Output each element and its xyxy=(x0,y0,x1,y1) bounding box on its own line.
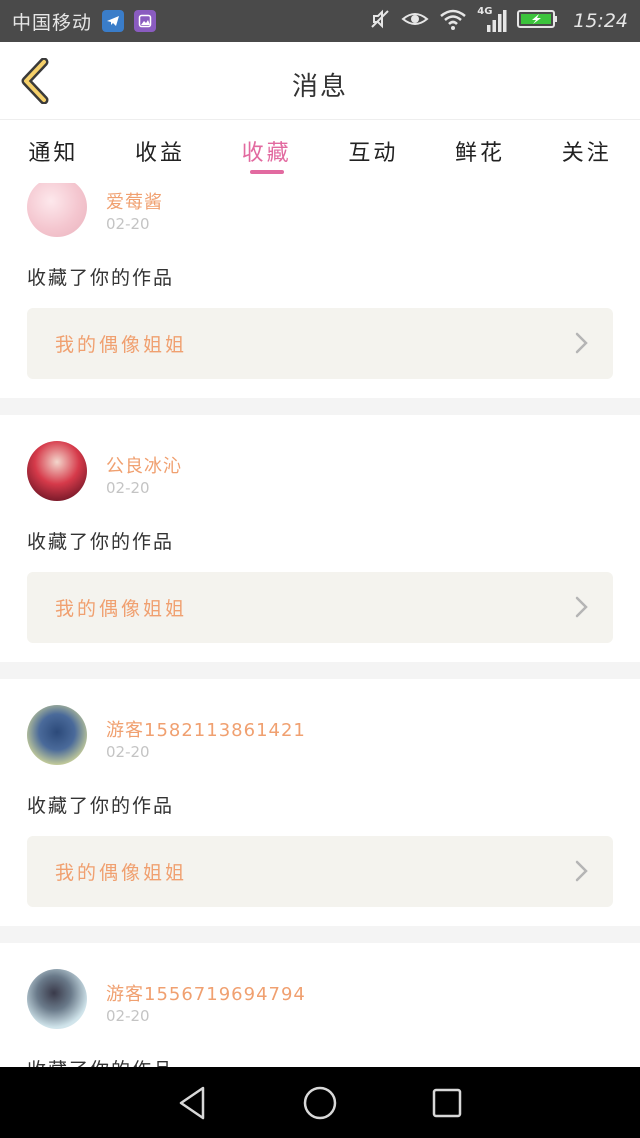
triangle-back-icon xyxy=(180,1086,205,1119)
tab-earnings[interactable]: 收益 xyxy=(107,121,214,183)
date-label: 02-20 xyxy=(106,743,150,761)
work-title: 我的偶像姐姐 xyxy=(55,334,188,356)
tab-following[interactable]: 关注 xyxy=(533,121,640,183)
username[interactable]: 爱莓酱 xyxy=(106,188,163,214)
page-title: 消息 xyxy=(291,72,348,102)
username[interactable]: 游客1556719694794 xyxy=(106,980,306,1006)
avatar[interactable] xyxy=(27,705,87,765)
clock-label: 15:24 xyxy=(573,10,628,32)
username[interactable]: 游客15821138614​21 xyxy=(106,716,306,742)
network-type-label: 4G xyxy=(477,6,493,17)
nav-home-button[interactable] xyxy=(300,1083,340,1123)
date-label: 02-20 xyxy=(106,479,150,497)
tab-notifications[interactable]: 通知 xyxy=(0,121,107,183)
work-link[interactable]: 我的偶像姐姐 xyxy=(27,572,613,643)
app-header: 消息 xyxy=(0,42,640,120)
avatar[interactable] xyxy=(27,441,87,501)
tab-flowers[interactable]: 鲜花 xyxy=(427,121,534,183)
chevron-right-icon xyxy=(575,596,588,618)
tab-favorites[interactable]: 收藏 xyxy=(213,121,320,183)
work-title: 我的偶像姐姐 xyxy=(55,598,188,620)
date-label: 02-20 xyxy=(106,1007,150,1025)
avatar[interactable] xyxy=(27,183,87,237)
action-text: 收藏了你的作品 xyxy=(27,795,175,817)
list-item: 游客15821138614​21 02-20 收藏了你的作品 我的偶像姐姐 xyxy=(0,679,640,926)
status-bar: 中国移动 4G 15:24 xyxy=(0,0,640,42)
cellular-signal-icon: 4G xyxy=(477,6,507,34)
action-text: 收藏了你的作品 xyxy=(27,1055,174,1067)
gallery-notification-icon xyxy=(134,10,157,32)
chevron-right-icon xyxy=(575,860,588,882)
battery-charging-icon xyxy=(517,8,559,34)
mute-icon xyxy=(369,8,391,34)
message-tabs: 通知 收益 收藏 互动 鲜花 关注 xyxy=(0,121,640,183)
work-link[interactable]: 我的偶像姐姐 xyxy=(27,308,613,379)
username[interactable]: 公良冰沁 xyxy=(106,452,182,478)
square-recent-icon xyxy=(432,1088,461,1117)
avatar[interactable] xyxy=(27,969,87,1029)
wifi-icon xyxy=(439,8,467,34)
action-text: 收藏了你的作品 xyxy=(27,531,175,553)
system-nav-bar xyxy=(0,1067,640,1138)
date-label: 02-20 xyxy=(106,215,150,233)
work-title: 我的偶像姐姐 xyxy=(55,862,188,884)
eye-comfort-icon xyxy=(401,9,429,33)
tab-interactions[interactable]: 互动 xyxy=(320,121,427,183)
chevron-right-icon xyxy=(575,332,588,354)
carrier-label: 中国移动 xyxy=(12,11,93,34)
circle-home-icon xyxy=(303,1086,337,1119)
list-item: 爱莓酱 02-20 收藏了你的作品 我的偶像姐姐 xyxy=(0,183,640,398)
message-list[interactable]: 爱莓酱 02-20 收藏了你的作品 我的偶像姐姐 公良冰沁 02-20 收藏了你… xyxy=(0,183,640,1067)
nav-recent-button[interactable] xyxy=(427,1083,467,1123)
list-item: 公良冰沁 02-20 收藏了你的作品 我的偶像姐姐 xyxy=(0,415,640,662)
telegram-notification-icon xyxy=(102,10,125,32)
list-item: 游客1556719694794 02-20 收藏了你的作品 xyxy=(0,943,640,1067)
work-link[interactable]: 我的偶像姐姐 xyxy=(27,836,613,907)
action-text: 收藏了你的作品 xyxy=(27,267,175,289)
nav-back-button[interactable] xyxy=(173,1083,213,1123)
